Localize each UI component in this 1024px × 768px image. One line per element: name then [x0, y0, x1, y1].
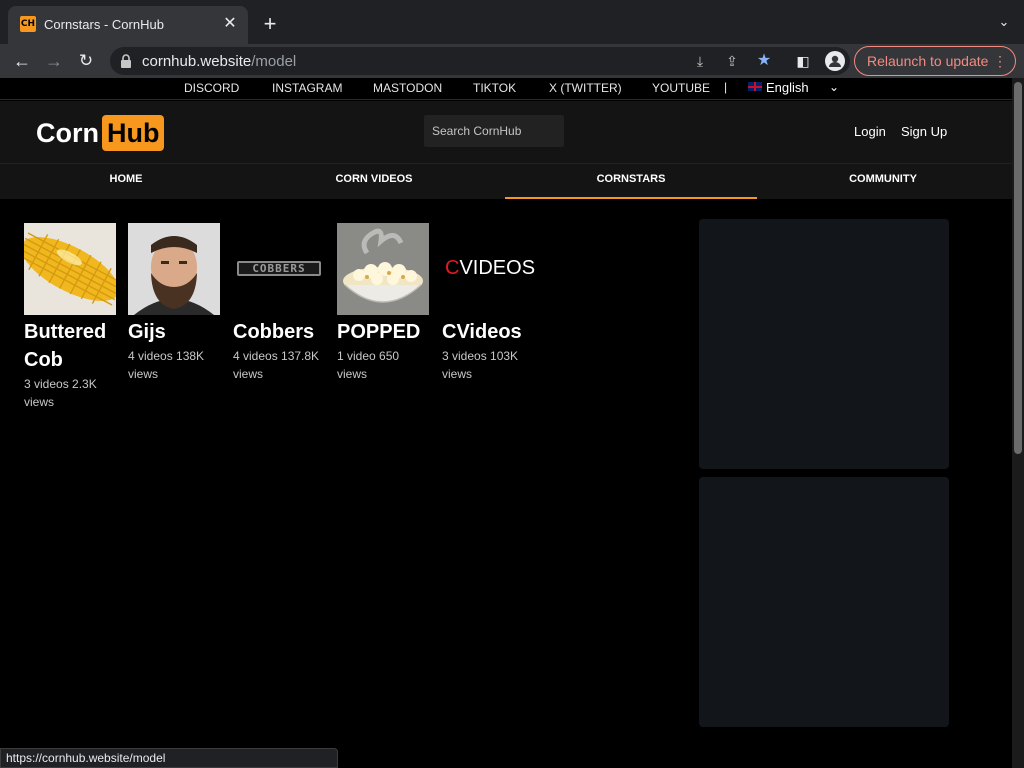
login-link[interactable]: Login: [854, 124, 886, 139]
cornstar-stats: 3 videos 103K views: [442, 349, 519, 381]
share-icon[interactable]: ⇪: [722, 51, 742, 71]
close-tab-icon[interactable]: ✕: [220, 14, 240, 34]
url-path: /model: [251, 53, 297, 70]
site-logo[interactable]: Corn Hub: [36, 115, 165, 151]
cobbers-logo-image[interactable]: COBBERS: [233, 223, 325, 315]
nav-community[interactable]: COMMUNITY: [757, 164, 1009, 199]
man-portrait-image[interactable]: [128, 223, 220, 315]
logo-text-corn: Corn: [36, 117, 99, 148]
social-link-youtube[interactable]: YOUTUBE: [652, 81, 710, 95]
cvideos-logo-c: C: [445, 257, 460, 279]
corn-cob-image[interactable]: [24, 223, 116, 315]
uk-flag-icon: [748, 82, 762, 91]
site-header: CornHub Login Sign Up: [0, 101, 1012, 163]
cornstar-card[interactable]: Gijs 4 videos 138K views: [128, 223, 222, 383]
link-status-bar: https://cornhub.website/model: [0, 748, 338, 768]
cvideos-logo-image[interactable]: CVIDEOS: [442, 223, 535, 315]
social-link-discord[interactable]: DISCORD: [184, 81, 239, 95]
relaunch-label: Relaunch to update: [867, 53, 989, 69]
cornstar-stats: 3 videos 2.3K views: [24, 377, 97, 409]
nav-corn-videos[interactable]: CORN VIDEOS: [248, 164, 500, 199]
logo-text-hub: Hub: [102, 115, 165, 151]
profile-icon-svg: [825, 51, 845, 71]
url-host: cornhub.website: [142, 53, 252, 70]
browser-toolbar: ← → ↻ cornhub.website/model ⤓ ⇪ ★ ◧ Rela…: [0, 44, 1024, 78]
cornstar-stats: 4 videos 138K views: [128, 349, 205, 381]
search-input[interactable]: [424, 115, 564, 147]
social-link-tiktok[interactable]: TIKTOK: [473, 81, 516, 95]
forward-icon[interactable]: →: [42, 49, 66, 73]
cornstar-stats: 1 video 650 views: [337, 349, 400, 381]
more-menu-icon[interactable]: ⋮: [993, 47, 1007, 75]
cornstar-name[interactable]: POPPED: [337, 318, 431, 346]
side-panel-icon[interactable]: ◧: [792, 50, 814, 72]
main-navigation: HOME CORN VIDEOS CORNSTARS COMMUNITY: [0, 163, 1012, 199]
cornstar-name[interactable]: Buttered Cob: [24, 318, 118, 374]
social-separator: |: [724, 80, 728, 94]
social-link-instagram[interactable]: INSTAGRAM: [272, 81, 342, 95]
relaunch-to-update-button[interactable]: Relaunch to update ⋮: [854, 46, 1016, 76]
social-links-bar: DISCORD INSTAGRAM MASTODON TIKTOK X (TWI…: [0, 78, 1012, 100]
cornstar-stats: 4 videos 137.8K views: [233, 349, 320, 381]
url-text: cornhub.website/model: [142, 53, 296, 70]
social-link-mastodon[interactable]: MASTODON: [373, 81, 442, 95]
cornstar-name[interactable]: CVideos: [442, 318, 536, 346]
cvideos-logo-text: VIDEOS: [459, 257, 536, 279]
cobbers-logo-text: COBBERS: [252, 262, 306, 275]
corn-cob-svg: [24, 223, 116, 315]
language-chevron-down-icon[interactable]: ⌄: [829, 80, 839, 94]
cornstar-card[interactable]: POPPED 1 video 650 views: [337, 223, 431, 383]
language-label: English: [766, 80, 809, 95]
lock-icon: [121, 54, 131, 68]
browser-tab[interactable]: CH Cornstars - CornHub ✕: [8, 6, 248, 44]
new-tab-icon[interactable]: +: [258, 12, 282, 36]
signup-link[interactable]: Sign Up: [901, 124, 947, 139]
tab-search-chevron-icon[interactable]: ⌄: [994, 14, 1014, 34]
nav-cornstars[interactable]: CORNSTARS: [505, 164, 757, 199]
cobbers-logo-plate: COBBERS: [237, 261, 321, 276]
ad-slot-top[interactable]: [699, 219, 949, 469]
language-selector[interactable]: English: [748, 80, 809, 95]
cornstar-name[interactable]: Gijs: [128, 318, 222, 346]
reload-icon[interactable]: ↻: [74, 49, 98, 73]
cvideos-logo: CVIDEOS: [445, 257, 535, 280]
install-app-icon[interactable]: ⤓: [690, 51, 710, 71]
man-portrait-svg: [128, 223, 220, 315]
scrollbar-thumb[interactable]: [1014, 82, 1022, 454]
web-page: DISCORD INSTAGRAM MASTODON TIKTOK X (TWI…: [0, 78, 1012, 768]
bookmark-star-icon[interactable]: ★: [754, 51, 774, 71]
back-icon[interactable]: ←: [10, 49, 34, 73]
cornstar-card[interactable]: COBBERS Cobbers 4 videos 137.8K views: [233, 223, 327, 383]
browser-tab-strip: CH Cornstars - CornHub ✕ + ⌄: [0, 0, 1024, 44]
profile-avatar-icon[interactable]: [824, 50, 846, 72]
page-scrollbar[interactable]: [1012, 78, 1024, 768]
cornstar-name[interactable]: Cobbers: [233, 318, 327, 346]
cornstar-card[interactable]: CVIDEOS CVideos 3 videos 103K views: [442, 223, 536, 383]
popcorn-bowl-svg: [337, 223, 429, 315]
address-bar[interactable]: cornhub.website/model ⤓ ⇪ ★: [110, 47, 850, 75]
popcorn-bowl-image[interactable]: [337, 223, 429, 315]
tab-title: Cornstars - CornHub: [44, 17, 164, 32]
site-favicon-icon: CH: [20, 16, 36, 32]
nav-home[interactable]: HOME: [0, 164, 252, 199]
social-link-x-twitter[interactable]: X (TWITTER): [549, 81, 622, 95]
ad-slot-bottom[interactable]: [699, 477, 949, 727]
cornstar-card[interactable]: Buttered Cob 3 videos 2.3K views: [24, 223, 118, 411]
